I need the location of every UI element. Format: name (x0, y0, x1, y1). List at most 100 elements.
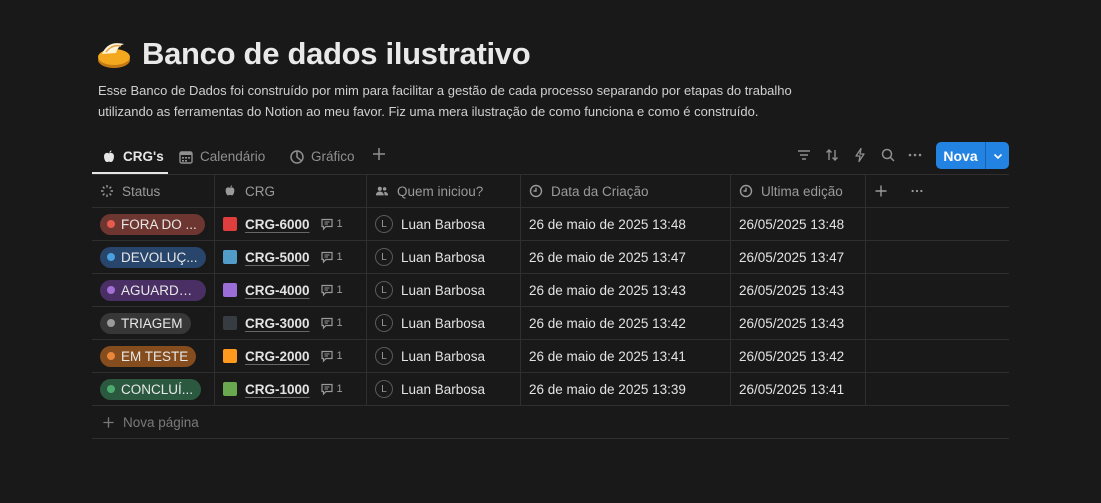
empty-cell[interactable] (865, 340, 1009, 372)
new-button-dropdown[interactable] (986, 142, 1009, 169)
person-cell[interactable]: L Luan Barbosa (366, 340, 520, 372)
status-badge[interactable]: DEVOLUÇ... (100, 246, 206, 268)
tab-grafico[interactable]: Gráfico (289, 140, 355, 173)
crg-title-link[interactable]: CRG-6000 (245, 217, 310, 232)
column-header-quem-iniciou[interactable]: Quem iniciou? (366, 175, 520, 207)
add-property-icon[interactable] (874, 184, 888, 198)
status-cell[interactable]: DEVOLUÇ... (92, 241, 214, 273)
add-new-page-row[interactable]: Nova página (92, 406, 1009, 439)
person-name: Luan Barbosa (401, 315, 486, 331)
edited-cell[interactable]: 26/05/2025 13:47 (730, 241, 865, 273)
more-icon[interactable] (907, 147, 923, 163)
table-row[interactable]: DEVOLUÇ... CRG-5000 1 L Luan Barbosa 26 … (92, 241, 1009, 274)
empty-cell[interactable] (865, 307, 1009, 339)
empty-cell[interactable] (865, 208, 1009, 240)
created-date: 26 de maio de 2025 13:48 (529, 216, 686, 232)
edited-cell[interactable]: 26/05/2025 13:42 (730, 340, 865, 372)
table-row[interactable]: FORA DO ... CRG-6000 1 L Luan Barbosa 26… (92, 208, 1009, 241)
crg-cell[interactable]: CRG-3000 1 (214, 307, 366, 339)
table-row[interactable]: AGUARDA... CRG-4000 1 L Luan Barbosa 26 … (92, 274, 1009, 307)
created-cell[interactable]: 26 de maio de 2025 13:41 (520, 340, 730, 372)
crg-cell[interactable]: CRG-1000 1 (214, 373, 366, 405)
page-emoji-icon[interactable] (96, 36, 132, 72)
clock-icon (529, 184, 543, 198)
add-view-icon[interactable] (371, 146, 387, 162)
crg-color-square-icon (223, 217, 237, 231)
edited-cell[interactable]: 26/05/2025 13:43 (730, 274, 865, 306)
crg-title-link[interactable]: CRG-4000 (245, 283, 310, 298)
empty-cell[interactable] (865, 373, 1009, 405)
created-cell[interactable]: 26 de maio de 2025 13:43 (520, 274, 730, 306)
status-dot (107, 319, 115, 327)
person-cell[interactable]: L Luan Barbosa (366, 373, 520, 405)
tab-calendario[interactable]: Calendário (178, 140, 265, 173)
column-header-crg[interactable]: CRG (214, 175, 366, 207)
status-badge[interactable]: AGUARDA... (100, 279, 206, 301)
status-cell[interactable]: CONCLUÍ... (92, 373, 214, 405)
table-row[interactable]: CONCLUÍ... CRG-1000 1 L Luan Barbosa 26 … (92, 373, 1009, 406)
crg-cell[interactable]: CRG-4000 1 (214, 274, 366, 306)
status-label: TRIAGEM (121, 315, 183, 331)
status-icon (101, 185, 113, 197)
edited-cell[interactable]: 26/05/2025 13:43 (730, 307, 865, 339)
status-dot (107, 253, 115, 261)
crg-title-link[interactable]: CRG-3000 (245, 316, 310, 331)
crg-cell[interactable]: CRG-6000 1 (214, 208, 366, 240)
empty-cell[interactable] (865, 274, 1009, 306)
comment-count-value: 1 (336, 251, 343, 263)
crg-color-square-icon (223, 283, 237, 297)
crg-title-link[interactable]: CRG-5000 (245, 250, 310, 265)
comment-count[interactable]: 1 (320, 250, 343, 264)
comment-count[interactable]: 1 (320, 349, 343, 363)
table-row[interactable]: TRIAGEM CRG-3000 1 L Luan Barbosa 26 de … (92, 307, 1009, 340)
status-cell[interactable]: TRIAGEM (92, 307, 214, 339)
created-cell[interactable]: 26 de maio de 2025 13:48 (520, 208, 730, 240)
created-cell[interactable]: 26 de maio de 2025 13:47 (520, 241, 730, 273)
status-badge[interactable]: FORA DO ... (100, 213, 205, 235)
crg-title-link[interactable]: CRG-2000 (245, 349, 310, 364)
lightning-icon[interactable] (852, 147, 868, 163)
crg-color-square-icon (223, 250, 237, 264)
new-button[interactable]: Nova (936, 142, 1009, 169)
column-header-status[interactable]: Status (92, 175, 214, 207)
edited-cell[interactable]: 26/05/2025 13:41 (730, 373, 865, 405)
person-cell[interactable]: L Luan Barbosa (366, 307, 520, 339)
search-icon[interactable] (880, 147, 896, 163)
crg-title-link[interactable]: CRG-1000 (245, 382, 310, 397)
status-cell[interactable]: EM TESTE (92, 340, 214, 372)
column-header-ultima-edicao[interactable]: Ultima edição (730, 175, 865, 207)
status-dot (107, 286, 115, 294)
column-header-data-criacao[interactable]: Data da Criação (520, 175, 730, 207)
person-name: Luan Barbosa (401, 381, 486, 397)
tab-crgs[interactable]: CRG's (101, 140, 164, 173)
new-button-label[interactable]: Nova (936, 142, 986, 169)
sort-icon[interactable] (824, 147, 840, 163)
person-cell[interactable]: L Luan Barbosa (366, 241, 520, 273)
status-badge[interactable]: TRIAGEM (100, 312, 191, 334)
edited-cell[interactable]: 26/05/2025 13:48 (730, 208, 865, 240)
status-cell[interactable]: FORA DO ... (92, 208, 214, 240)
column-label: CRG (245, 183, 275, 199)
person-cell[interactable]: L Luan Barbosa (366, 274, 520, 306)
page-title[interactable]: Banco de dados ilustrativo (142, 36, 531, 72)
person-name: Luan Barbosa (401, 249, 486, 265)
created-cell[interactable]: 26 de maio de 2025 13:42 (520, 307, 730, 339)
created-cell[interactable]: 26 de maio de 2025 13:39 (520, 373, 730, 405)
comment-count[interactable]: 1 (320, 316, 343, 330)
empty-cell[interactable] (865, 241, 1009, 273)
comment-count[interactable]: 1 (320, 283, 343, 297)
person-cell[interactable]: L Luan Barbosa (366, 208, 520, 240)
table-row[interactable]: EM TESTE CRG-2000 1 L Luan Barbosa 26 de… (92, 340, 1009, 373)
comment-count[interactable]: 1 (320, 217, 343, 231)
page-description[interactable]: Esse Banco de Dados foi construído por m… (98, 80, 858, 122)
status-badge[interactable]: CONCLUÍ... (100, 378, 202, 400)
person-name: Luan Barbosa (401, 282, 486, 298)
status-badge[interactable]: EM TESTE (100, 345, 197, 367)
comment-count[interactable]: 1 (320, 382, 343, 396)
status-cell[interactable]: AGUARDA... (92, 274, 214, 306)
crg-cell[interactable]: CRG-2000 1 (214, 340, 366, 372)
filter-icon[interactable] (796, 147, 812, 163)
created-date: 26 de maio de 2025 13:43 (529, 282, 686, 298)
crg-cell[interactable]: CRG-5000 1 (214, 241, 366, 273)
more-icon[interactable] (910, 184, 924, 198)
